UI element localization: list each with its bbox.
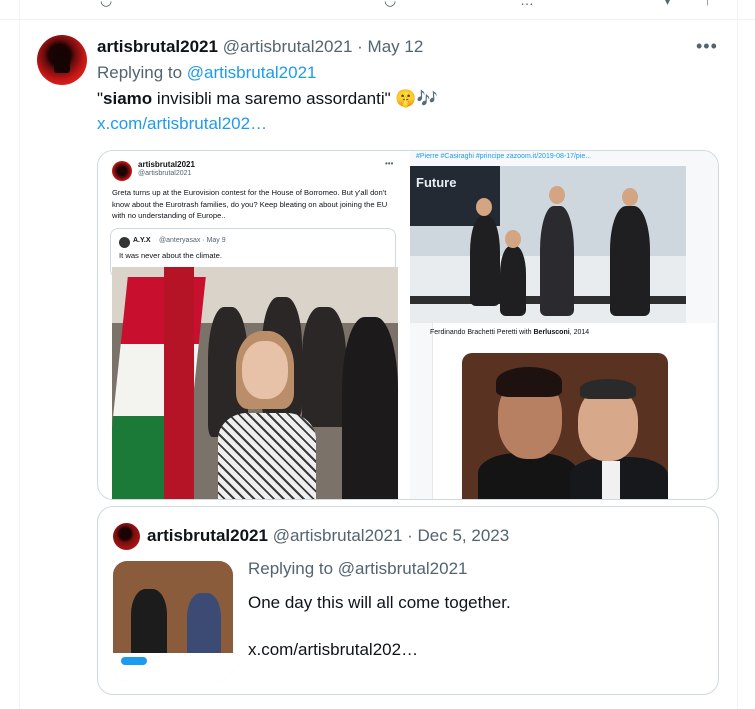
boat-text: Future: [416, 175, 457, 190]
photo-shirt: [602, 461, 620, 499]
share-icon[interactable]: ↑: [704, 0, 711, 8]
replying-to-link[interactable]: @artisbrutal2021: [187, 63, 317, 82]
photo-head: [505, 230, 521, 248]
portrait-photo: [462, 353, 668, 499]
replying-prefix: Replying to: [97, 63, 187, 82]
photo-person: [540, 206, 574, 316]
quoted-link: x.com/artisbrutal202…: [248, 640, 419, 659]
screenshot-text: Greta turns up at the Eurovision contest…: [112, 188, 388, 220]
screenshot-display-name: artisbrutal2021: [138, 160, 195, 169]
more-horizontal-icon: •••: [385, 159, 394, 168]
avatar: [119, 237, 130, 248]
quoted-post-header: artisbrutal2021 @artisbrutal2021 · Dec 5…: [147, 526, 509, 546]
media-image-left[interactable]: artisbrutal2021 @artisbrutal2021 ••• Gre…: [98, 151, 406, 499]
image-url-caption: #Pierre #Casiraghi #principe zazoom.it/2…: [416, 153, 592, 160]
photo-person: [500, 246, 526, 316]
media-image-right[interactable]: #Pierre #Casiraghi #principe zazoom.it/2…: [410, 151, 718, 499]
avatar: [113, 523, 140, 550]
quoted-post-thumbnail: [113, 561, 233, 681]
timeline-divider: [19, 0, 20, 709]
post-text: "siamo invisibli ma saremo assordanti" 🤫…: [97, 89, 438, 109]
portrait-caption: Ferdinando Brachetti Peretti with Berlus…: [430, 329, 589, 336]
portrait-caption-post: , 2014: [569, 329, 590, 336]
ellipsis-icon[interactable]: …: [520, 0, 534, 8]
photo-person: [610, 206, 650, 316]
photo-person: [187, 593, 221, 653]
previous-post-action-bar: ◡ ◡ … ▾ ↑: [0, 0, 755, 20]
portrait-caption-bold: Berlusconi: [533, 329, 570, 336]
photo-suit: [478, 453, 578, 499]
portrait-caption-pre: Ferdinando Brachetti Peretti with: [430, 329, 534, 336]
quoted-text: One day this will all come together.: [248, 593, 511, 612]
avatar: [112, 161, 132, 181]
post-header: artisbrutal2021 @artisbrutal2021 · May 1…: [97, 37, 423, 59]
post-link[interactable]: x.com/artisbrutal202…: [97, 114, 267, 134]
screenshot-quote-text: It was never about the climate.: [119, 251, 222, 260]
handle[interactable]: @artisbrutal2021: [223, 37, 353, 56]
photo-head: [622, 188, 638, 206]
post-text-rest: invisibli ma saremo assordanti" 🤫🎶: [152, 89, 438, 108]
photo-person: [302, 307, 346, 427]
avatar-silhouette: [54, 49, 70, 73]
quoted-handle-date: @artisbrutal2021 · Dec 5, 2023: [272, 526, 510, 545]
screenshot-handle: @artisbrutal2021: [138, 170, 192, 177]
avatar[interactable]: [37, 35, 87, 85]
media-grid: artisbrutal2021 @artisbrutal2021 ••• Gre…: [97, 150, 719, 500]
photo-person: [470, 216, 500, 306]
photo-flag-stripe: [164, 267, 194, 499]
boat-photo: Future: [410, 166, 686, 323]
screenshot-quote-name: A.Y.X: [133, 237, 151, 244]
photo-person: [342, 317, 398, 499]
screenshot-quote-handle: @anteryasax · May 9: [159, 237, 226, 244]
reply-icon[interactable]: ◡: [100, 0, 112, 9]
bookmark-icon[interactable]: ▾: [664, 0, 671, 9]
quoted-post[interactable]: artisbrutal2021 @artisbrutal2021 · Dec 5…: [97, 506, 719, 695]
post-date[interactable]: May 12: [368, 37, 424, 56]
photo-head: [476, 198, 492, 216]
photo-head: [549, 186, 565, 204]
replying-to: Replying to @artisbrutal2021: [97, 63, 317, 83]
quoted-replying-to: Replying to @artisbrutal2021: [248, 559, 468, 578]
post-text-bold: siamo: [103, 89, 153, 108]
photo-hair: [580, 379, 636, 399]
timeline-divider: [737, 0, 738, 709]
display-name[interactable]: artisbrutal2021: [97, 37, 218, 56]
separator: ·: [357, 37, 363, 56]
views-icon[interactable]: ◡: [384, 0, 396, 9]
photo-button: [121, 657, 147, 665]
photo-hair: [496, 367, 562, 397]
quoted-display-name: artisbrutal2021: [147, 526, 268, 545]
photo-person: [131, 589, 167, 653]
photo-scarf: [218, 413, 316, 499]
photo-face: [242, 341, 288, 399]
more-horizontal-icon[interactable]: •••: [696, 36, 718, 57]
protest-photo: [112, 267, 398, 499]
